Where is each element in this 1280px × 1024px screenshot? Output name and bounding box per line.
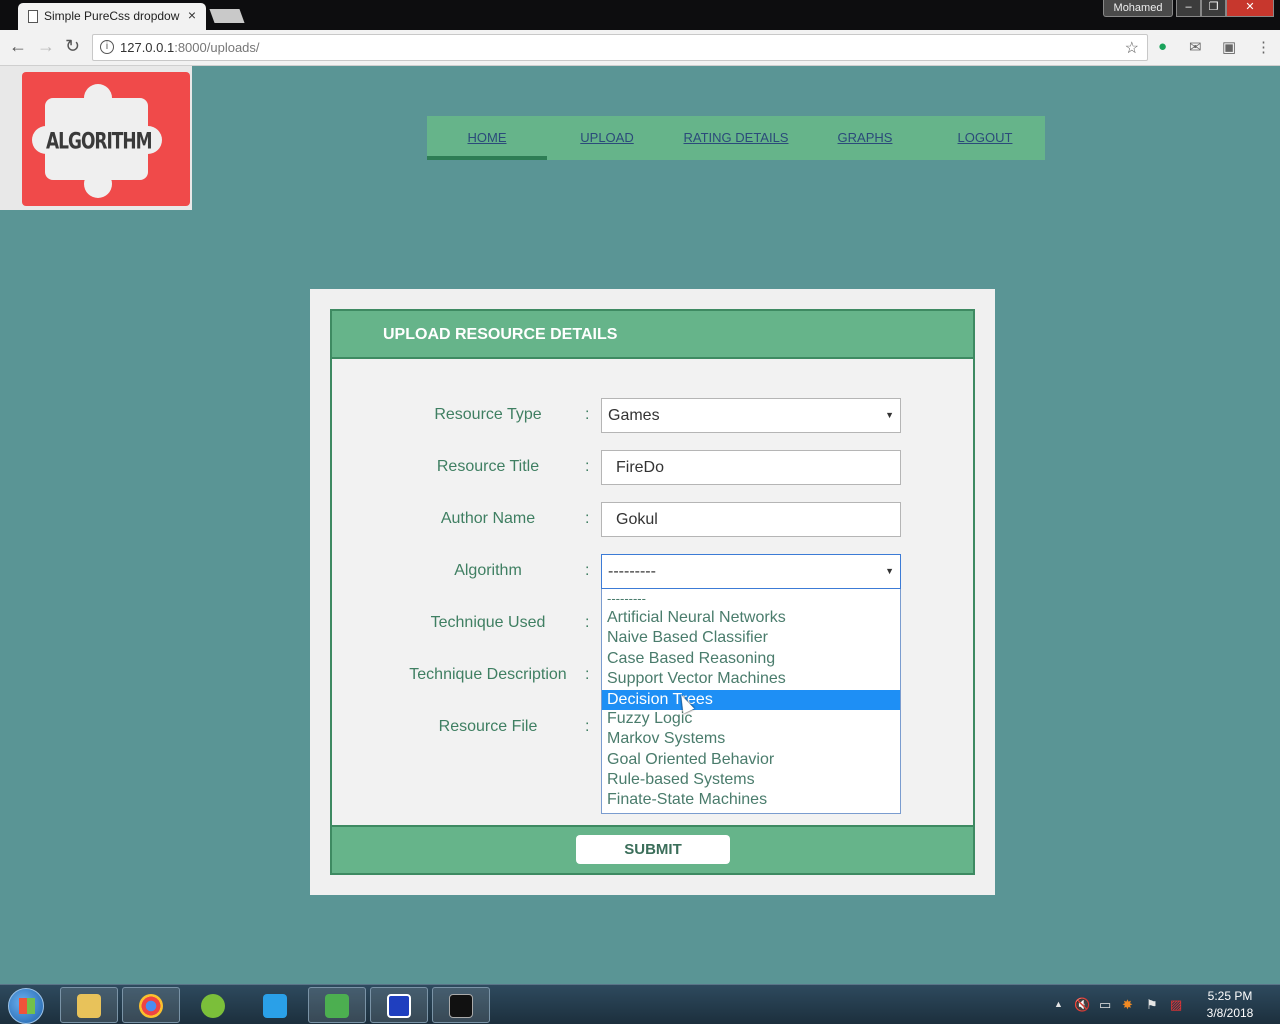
colon: :: [585, 614, 590, 631]
avast-icon[interactable]: ✸: [1122, 997, 1133, 1013]
nav-graphs[interactable]: GRAPHS: [805, 116, 925, 160]
browser-toolbar: ← → ↻ i 127.0.0.1:8000/uploads/ ☆ ● ✉ ▣ …: [0, 30, 1280, 66]
bookmark-star-icon[interactable]: ☆: [1125, 38, 1139, 58]
app-taskbar-button[interactable]: [246, 987, 304, 1023]
algorithm-option[interactable]: Artificial Neural Networks: [602, 608, 900, 628]
label-technique-used: Technique Used: [430, 614, 546, 631]
algorithm-option[interactable]: Fuzzy Logic: [602, 709, 900, 729]
form-footer: SUBMIT: [332, 825, 973, 873]
clock-time: 5:25 PM: [1207, 989, 1253, 1003]
terminal-icon: [449, 994, 473, 1018]
algorithm-option[interactable]: Finate-State Machines: [602, 790, 900, 810]
algorithm-option[interactable]: Rule-based Systems: [602, 770, 900, 790]
label-resource-type: Resource Type: [434, 406, 542, 423]
author-name-input[interactable]: Gokul: [601, 502, 901, 537]
colon: :: [585, 718, 590, 735]
label-technique-description: Technique Description: [409, 666, 567, 683]
algorithm-dropdown-list: --------- Artificial Neural Networks Nai…: [601, 589, 901, 814]
algorithm-option[interactable]: Case Based Reasoning: [602, 649, 900, 669]
taskbar: ▲ 🔇 ▭ ✸ ⚑ ▨ 5:25 PM 3/8/2018: [0, 984, 1280, 1024]
algorithm-value: ---------: [608, 563, 656, 580]
chameleon-icon: [201, 994, 225, 1018]
cmd-taskbar-button[interactable]: [432, 987, 490, 1023]
form-header: UPLOAD RESOURCE DETAILS: [332, 311, 973, 359]
dropdown-arrow-icon: ▼: [885, 410, 894, 420]
app-taskbar-button[interactable]: [370, 987, 428, 1023]
submit-button[interactable]: SUBMIT: [576, 835, 730, 864]
tab-title: Simple PureCss dropdow: [44, 9, 180, 23]
colon: :: [585, 562, 590, 579]
action-center-flag-icon[interactable]: ⚑: [1146, 997, 1158, 1013]
nav-upload[interactable]: UPLOAD: [547, 116, 667, 160]
editor-icon: [325, 994, 349, 1018]
maximize-button[interactable]: ❐: [1201, 0, 1226, 17]
start-button[interactable]: [8, 988, 44, 1024]
main-nav: HOME UPLOAD RATING DETAILS GRAPHS LOGOUT: [427, 116, 1045, 160]
colon: :: [585, 666, 590, 683]
page-icon: [28, 10, 38, 23]
volume-muted-icon[interactable]: 🔇: [1074, 997, 1090, 1013]
algorithm-option-highlighted[interactable]: Decision Trees: [602, 690, 900, 710]
clock-date: 3/8/2018: [1206, 1006, 1254, 1020]
resource-title-input[interactable]: FireDo: [601, 450, 901, 485]
extension-box-icon[interactable]: ▣: [1222, 38, 1236, 56]
colon: :: [585, 510, 590, 527]
browser-tab[interactable]: Simple PureCss dropdow ×: [18, 3, 206, 30]
clock[interactable]: 5:25 PM 3/8/2018: [1198, 988, 1262, 1022]
forward-icon[interactable]: →: [37, 36, 55, 57]
url-text: 127.0.0.1:8000/uploads/: [120, 40, 260, 55]
app-icon: [263, 994, 287, 1018]
show-hidden-icons-icon[interactable]: ▲: [1054, 999, 1063, 1009]
close-window-button[interactable]: ✕: [1226, 0, 1274, 17]
network-icon[interactable]: ▭: [1099, 997, 1111, 1013]
label-algorithm: Algorithm: [454, 562, 522, 579]
profile-button[interactable]: Mohamed: [1103, 0, 1173, 17]
nav-logout[interactable]: LOGOUT: [925, 116, 1045, 160]
colon: :: [585, 406, 590, 423]
back-icon[interactable]: ←: [9, 36, 27, 57]
info-icon[interactable]: i: [100, 40, 114, 54]
browser-titlebar: Simple PureCss dropdow × Mohamed – ❐ ✕: [0, 0, 1280, 30]
site-logo: ALGORITHM: [0, 66, 192, 210]
minimize-button[interactable]: –: [1176, 0, 1201, 17]
chrome-icon: [139, 994, 163, 1018]
algorithm-option[interactable]: Naive Based Classifier: [602, 628, 900, 648]
security-icon[interactable]: ▨: [1170, 997, 1182, 1013]
app-taskbar-button[interactable]: [184, 987, 242, 1023]
nav-rating-details[interactable]: RATING DETAILS: [676, 116, 796, 160]
algorithm-option[interactable]: Markov Systems: [602, 729, 900, 749]
menu-icon[interactable]: ⋮: [1256, 38, 1271, 56]
logo-text: ALGORITHM: [46, 129, 153, 155]
algorithm-option[interactable]: ---------: [602, 589, 900, 609]
algorithm-option[interactable]: Support Vector Machines: [602, 669, 900, 689]
resource-type-value: Games: [608, 407, 660, 424]
label-resource-title: Resource Title: [436, 458, 540, 475]
label-author-name: Author Name: [440, 510, 536, 527]
reload-icon[interactable]: ↻: [65, 36, 80, 57]
form-title: UPLOAD RESOURCE DETAILS: [383, 326, 618, 343]
new-tab-button[interactable]: [209, 9, 245, 23]
algorithm-option[interactable]: Goal Oriented Behavior: [602, 750, 900, 770]
dropdown-arrow-icon: ▼: [885, 566, 894, 576]
resource-type-select[interactable]: Games ▼: [601, 398, 901, 433]
colon: :: [585, 458, 590, 475]
address-bar[interactable]: i 127.0.0.1:8000/uploads/ ☆: [92, 34, 1148, 61]
app-window-icon: [387, 994, 411, 1018]
nav-home[interactable]: HOME: [427, 116, 547, 160]
label-resource-file: Resource File: [438, 718, 538, 735]
windows-logo-icon: [19, 998, 35, 1014]
folder-icon: [77, 994, 101, 1018]
chrome-taskbar-button[interactable]: [122, 987, 180, 1023]
mail-icon[interactable]: ✉: [1189, 38, 1202, 56]
close-tab-icon[interactable]: ×: [188, 7, 196, 23]
algorithm-select[interactable]: --------- ▼: [601, 554, 901, 589]
app-taskbar-button[interactable]: [308, 987, 366, 1023]
extension-green-icon[interactable]: ●: [1158, 38, 1167, 55]
explorer-taskbar-button[interactable]: [60, 987, 118, 1023]
